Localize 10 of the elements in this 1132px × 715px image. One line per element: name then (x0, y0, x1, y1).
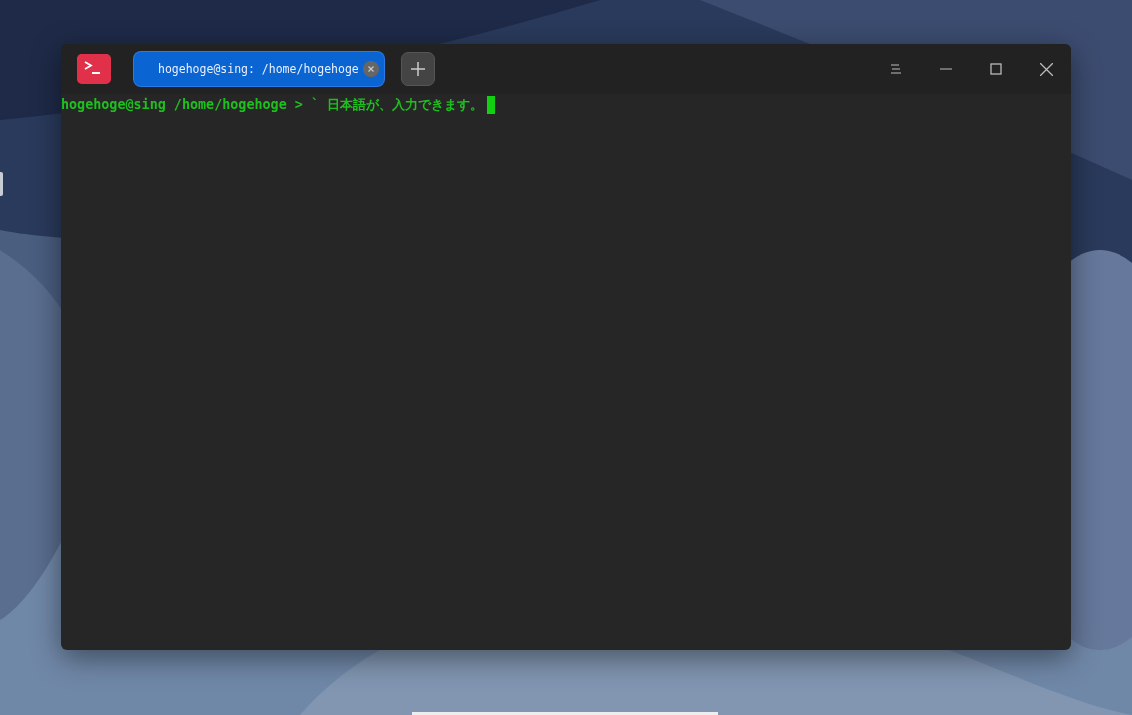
close-icon[interactable] (362, 61, 379, 77)
close-icon (1039, 62, 1053, 76)
terminal-app-icon[interactable] (77, 54, 111, 84)
terminal-line: hogehoge@sing /home/hogehoge > ` 日本語が、入力できます。 (61, 96, 484, 114)
menu-icon (890, 63, 902, 75)
maximize-icon (990, 63, 1002, 75)
window-edge (0, 172, 3, 196)
terminal-tab[interactable]: hogehoge@sing: /home/hogehoge (134, 52, 384, 86)
plus-icon (409, 61, 426, 77)
new-tab-button[interactable] (400, 52, 435, 86)
